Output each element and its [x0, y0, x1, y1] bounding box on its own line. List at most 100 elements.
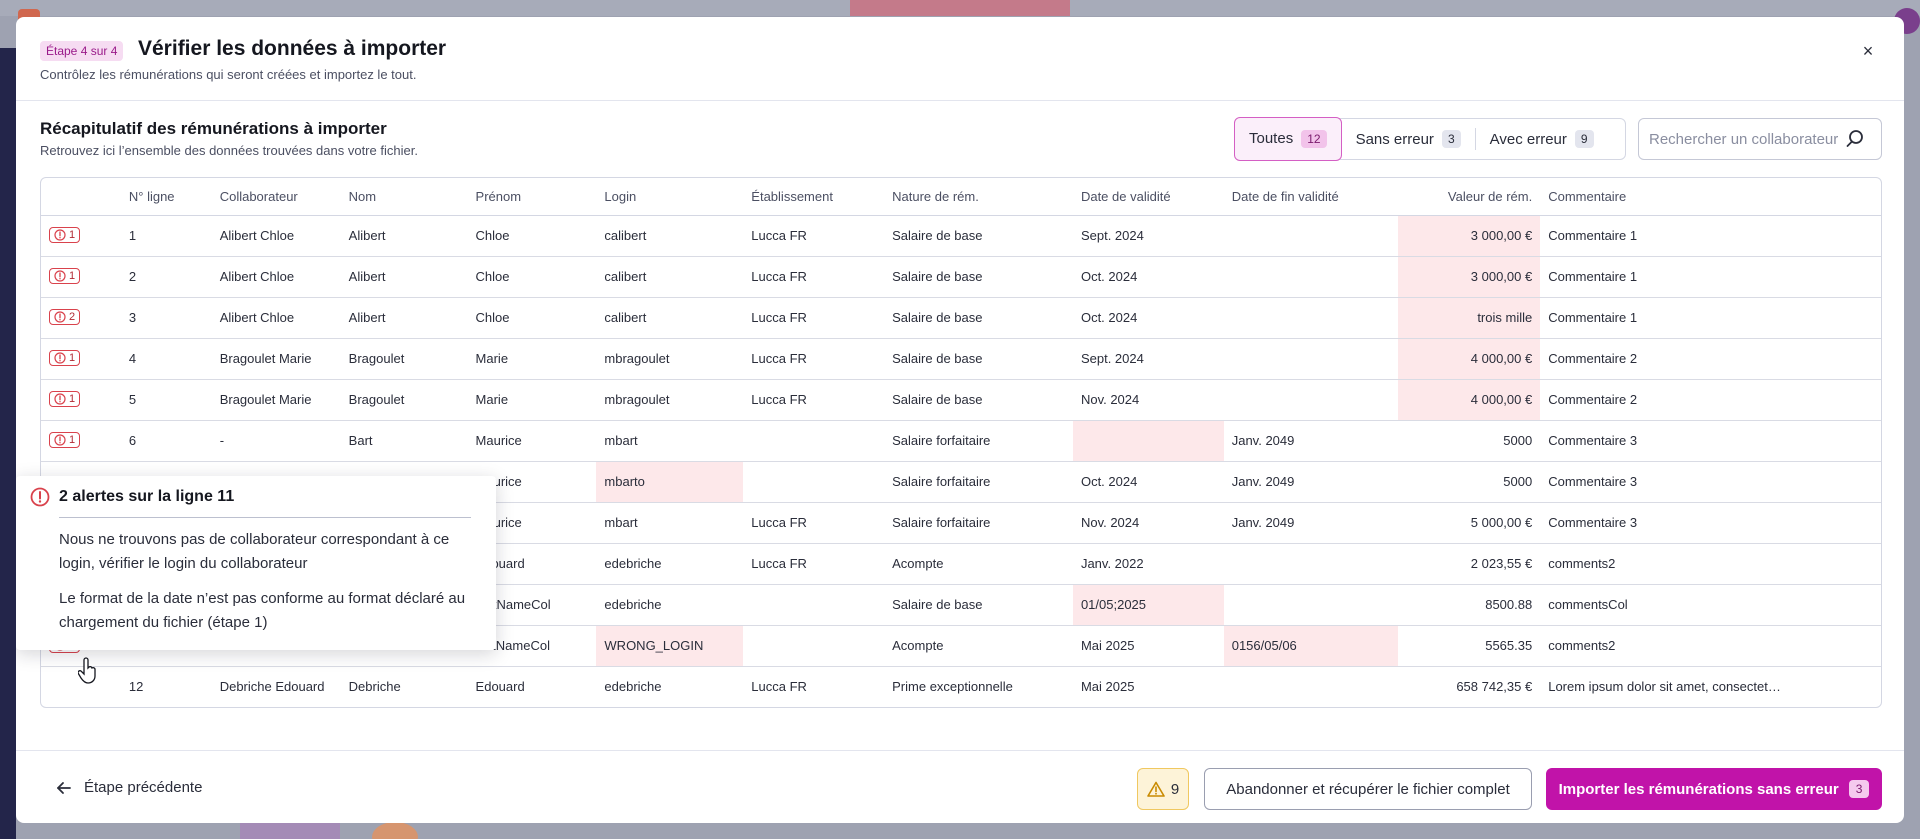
cell-login: calibert	[596, 297, 744, 339]
alert-icon	[54, 270, 66, 282]
cell-datefin: Janv. 2049	[1223, 502, 1399, 544]
cell-nature: Salaire forfaitaire	[884, 502, 1073, 544]
cell-collab: -	[211, 420, 341, 462]
cell-nom: Alibert	[340, 215, 468, 257]
table-row[interactable]: 2 3 Alibert Chloe Alibert Chloe calibert Lucca…	[41, 297, 1881, 339]
cell-datefin	[1223, 215, 1399, 257]
background-banner	[850, 0, 1070, 16]
import-button[interactable]: Importer les rémunérations sans erreur 3	[1546, 768, 1882, 810]
cell-comment: Commentaire 2	[1540, 379, 1881, 421]
cell-comment: Lorem ipsum dolor sit amet, consectet…	[1548, 679, 1781, 695]
cell-login: calibert	[596, 215, 744, 257]
alert-icon	[54, 311, 66, 323]
cell-login: mbarto	[596, 461, 744, 503]
abandon-button[interactable]: Abandonner et récupérer le fichier compl…	[1204, 768, 1532, 810]
cell-valeur: 3 000,00 €	[1398, 256, 1541, 298]
column-header: Date de validité	[1072, 178, 1224, 216]
modal-title: Vérifier les données à importer	[138, 37, 447, 60]
alert-count: 1	[69, 352, 76, 364]
filter-with-error[interactable]: Avec erreur 9	[1476, 118, 1608, 160]
cell-date: Oct. 2024	[1072, 256, 1224, 298]
cell-etab: Lucca FR	[743, 338, 885, 380]
alert-badge[interactable]: 1	[49, 227, 81, 243]
cell-date: Oct. 2024	[1072, 461, 1224, 503]
cell-login: calibert	[596, 256, 744, 298]
cell-collab: Bragoulet Marie	[211, 338, 341, 380]
cell-comment: comments2	[1540, 625, 1881, 667]
search-icon[interactable]	[1845, 129, 1865, 149]
table-row[interactable]: 12 Debriche Edouard Debriche Edouard edebric…	[41, 666, 1881, 707]
popover-message: Le format de la date n’est pas conforme …	[59, 590, 466, 631]
background-sidebar	[0, 48, 16, 839]
close-icon: ×	[1862, 41, 1874, 61]
cell-line: 4	[120, 338, 212, 380]
cell-comment: Commentaire 3	[1540, 502, 1881, 544]
cell-prenom: Marie	[467, 379, 597, 421]
alert-popover: 2 alertes sur la ligne 11 Nous ne trouvo…	[16, 476, 496, 650]
alert-cell: 1	[41, 338, 121, 380]
cell-datefin	[1223, 338, 1399, 380]
alert-badge[interactable]: 1	[49, 391, 81, 407]
cell-nature: Acompte	[884, 625, 1073, 667]
cell-valeur: 5 000,00 €	[1398, 502, 1541, 544]
alert-badge[interactable]: 2	[49, 309, 81, 325]
cell-etab	[743, 420, 885, 462]
alert-cell: 1	[41, 215, 121, 257]
search-input[interactable]	[1649, 130, 1845, 148]
popover-title: 2 alertes sur la ligne 11	[59, 488, 235, 505]
cell-comment: Commentaire 1	[1540, 215, 1881, 257]
table-row[interactable]: 1 6- Bart Maurice mbart Salaire forfaitaire Ja…	[41, 420, 1881, 462]
table-row[interactable]: 1 2 Alibert Chloe Alibert Chloe calibert Lucca…	[41, 256, 1881, 298]
cell-nom: Debriche	[348, 679, 401, 695]
previous-step-button[interactable]: Étape précédente	[56, 779, 202, 796]
cell-login: edebriche	[596, 584, 744, 626]
popover-divider	[59, 517, 471, 518]
cell-prenom: Chloe	[467, 256, 597, 298]
warning-count-chip[interactable]: 9	[1137, 768, 1189, 810]
alert-badge[interactable]: 1	[49, 432, 81, 448]
cell-datefin	[1224, 666, 1399, 707]
cell-line: 1	[120, 215, 212, 257]
alert-count: 1	[69, 434, 76, 446]
import-modal: Étape 4 sur 4 Vérifier les données à imp…	[16, 17, 1904, 823]
alert-count: 1	[69, 270, 76, 282]
cell-comment: Commentaire 3	[1540, 461, 1881, 503]
cell-nature: Salaire de base	[884, 338, 1073, 380]
cell-nom: Bart	[340, 420, 468, 462]
alert-badge[interactable]: 1	[49, 268, 81, 284]
cell-datefin	[1223, 256, 1399, 298]
alert-icon	[54, 393, 66, 405]
table-row[interactable]: 1 1 Alibert Chloe Alibert Chloe calibert Lucca…	[41, 215, 1881, 257]
table-row[interactable]: 1 5 Bragoulet Marie Bragoulet Marie mbragoule…	[41, 379, 1881, 421]
table-row[interactable]: 1 4 Bragoulet Marie Bragoulet Marie mbragoule…	[41, 338, 1881, 380]
cell-datefin	[1223, 543, 1399, 585]
previous-step-label: Étape précédente	[84, 779, 203, 796]
cell-nature: Salaire forfaitaire	[884, 461, 1073, 503]
arrow-left-icon	[57, 781, 71, 794]
alert-badge[interactable]: 1	[49, 350, 81, 366]
cell-comment: commentsCol	[1540, 584, 1881, 626]
alert-count: 1	[69, 229, 76, 241]
cell-collab: Alibert Chloe	[211, 256, 341, 298]
cell-login: edebriche	[596, 543, 744, 585]
cell-login: edebriche	[604, 679, 662, 695]
cell-date: Mai 2025	[1072, 625, 1224, 667]
cell-login: WRONG_LOGIN	[596, 625, 744, 667]
step-badge: Étape 4 sur 4	[40, 41, 124, 61]
cell-prenom: Chloe	[467, 297, 597, 339]
cell-nature: Salaire de base	[884, 215, 1073, 257]
import-label: Importer les rémunérations sans erreur	[1558, 780, 1839, 798]
hand-cursor-icon	[78, 657, 96, 684]
filter-count: 9	[1574, 130, 1594, 148]
filter-all[interactable]: Toutes 12	[1234, 116, 1342, 161]
column-header: Date de fin validité	[1223, 178, 1399, 216]
cell-prenom: Edouard	[475, 679, 525, 695]
cell-datefin: Janv. 2049	[1223, 420, 1399, 462]
cell-datefin	[1223, 297, 1399, 339]
cell-line: 5	[120, 379, 212, 421]
filter-without-error[interactable]: Sans erreur 3	[1342, 118, 1475, 160]
close-button[interactable]: ×	[1856, 39, 1880, 63]
cell-login: mbart	[596, 420, 744, 462]
modal-footer: Étape précédente 9 Abandonner et récupér…	[16, 750, 1904, 823]
cell-date: 01/05;2025	[1072, 584, 1224, 626]
